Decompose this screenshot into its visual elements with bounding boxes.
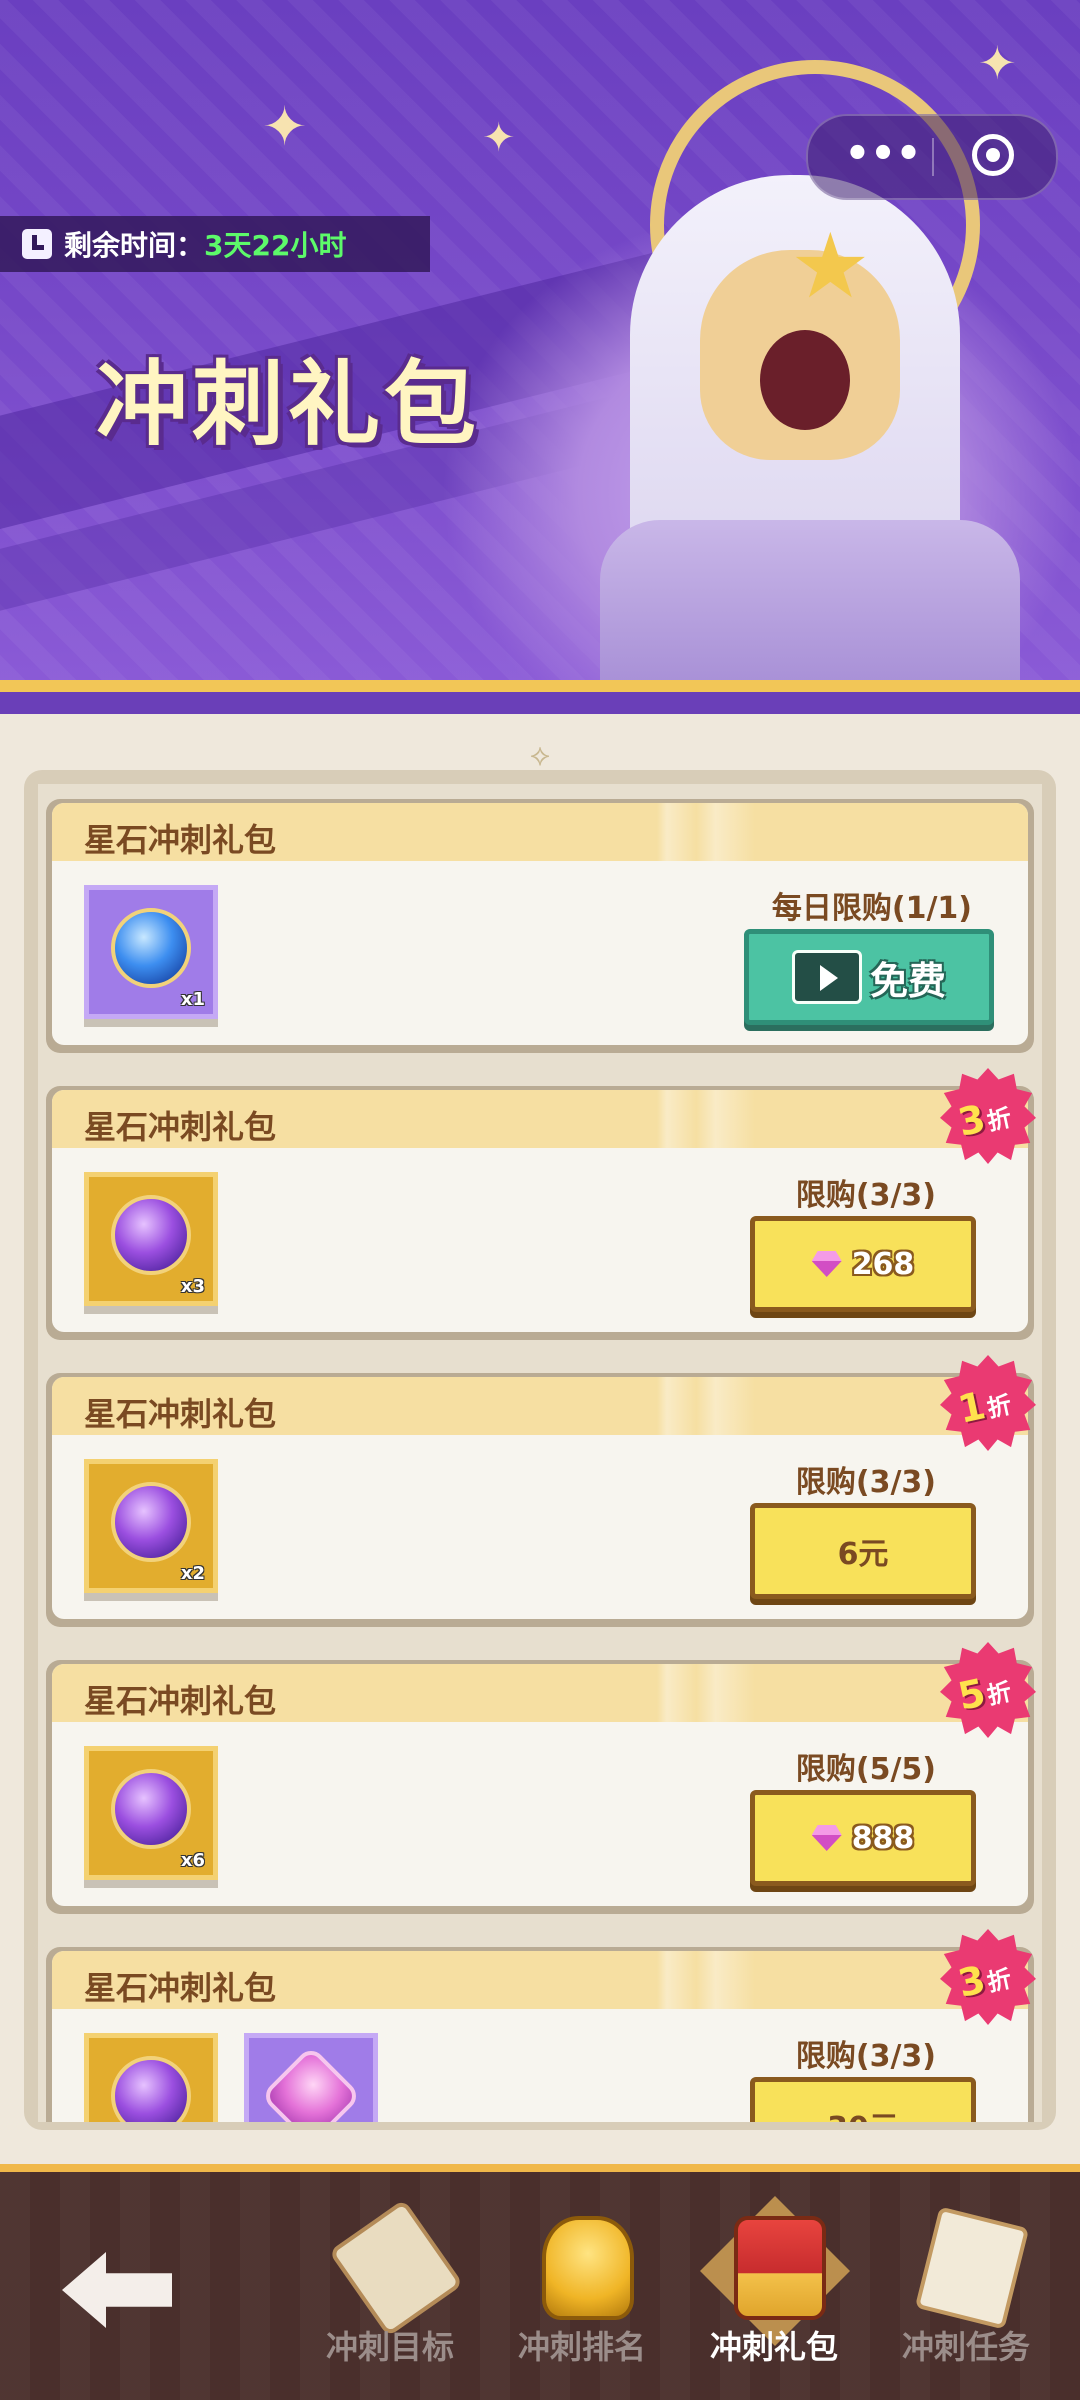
discount-unit: 折	[984, 1390, 1015, 1423]
buy-with-cash-button[interactable]: 6元	[750, 1503, 976, 1599]
character-mouth	[760, 330, 850, 430]
reward-item[interactable]: x1	[84, 885, 218, 1019]
pack-card-body: 星石冲刺礼包 限购(3/3) 30元	[52, 1951, 1028, 2122]
purple-star-potion-icon	[111, 1769, 191, 1849]
discount-badge: 5 折	[940, 1642, 1036, 1738]
pack-card-header: 星石冲刺礼包	[52, 1951, 1028, 2009]
treasure-chest-icon	[734, 2216, 826, 2320]
pink-gem-icon	[260, 2045, 362, 2122]
panel-ornament-icon: ⟡	[530, 738, 550, 773]
back-button[interactable]	[52, 2234, 182, 2344]
blue-star-potion-icon	[111, 908, 191, 988]
pack-card-header: 星石冲刺礼包	[52, 1664, 1028, 1722]
pack-card: 星石冲刺礼包 限购(3/3) 30元 3 折	[46, 1929, 1036, 2122]
pack-card: 星石冲刺礼包 x6 限购(5/5) 888 5 折	[46, 1642, 1036, 1914]
pack-card-body: 星石冲刺礼包 x6 限购(5/5) 888	[52, 1664, 1028, 1906]
pack-card-body: 星石冲刺礼包 x1 每日限购(1/1) 免费	[52, 803, 1028, 1045]
purple-star-potion-icon	[111, 1482, 191, 1562]
button-label: 268	[851, 1246, 915, 1282]
sparkle-icon: ✦	[262, 95, 308, 158]
pack-card-body: 星石冲刺礼包 x2 限购(3/3) 6元	[52, 1377, 1028, 1619]
capsule-divider	[932, 138, 934, 176]
pack-title: 星石冲刺礼包	[84, 1682, 277, 1720]
scroll-icon	[328, 2199, 464, 2337]
purple-star-potion-icon	[111, 1195, 191, 1275]
pack-card-header: 星石冲刺礼包	[52, 1090, 1028, 1148]
discount-badge: 3 折	[940, 1068, 1036, 1164]
clipboard-icon	[914, 2206, 1030, 2330]
tab-label: 冲刺排名	[517, 2328, 646, 2366]
pack-card: 星石冲刺礼包 x2 限购(3/3) 6元 1 折	[46, 1355, 1036, 1627]
reward-item[interactable]: x3	[84, 1172, 218, 1306]
tab-sprint-goal[interactable]: 冲刺目标	[300, 2199, 480, 2366]
item-quantity: x2	[180, 1563, 205, 1584]
close-target-icon[interactable]	[972, 134, 1014, 176]
pack-card-header: 星石冲刺礼包	[52, 1377, 1028, 1435]
tab-sprint-packs[interactable]: 冲刺礼包	[684, 2206, 864, 2366]
purchase-limit: 限购(3/3)	[795, 1465, 936, 1500]
miniprogram-capsule: •••	[806, 114, 1058, 200]
reward-item[interactable]: x6	[84, 1746, 218, 1880]
discount-badge: 3 折	[940, 1929, 1036, 2025]
sparkle-icon: ✦	[978, 36, 1017, 90]
pack-title: 星石冲刺礼包	[84, 1108, 277, 1146]
pack-card: 星石冲刺礼包 x3 限购(3/3) 268 3 折	[46, 1068, 1036, 1340]
pack-title: 星石冲刺礼包	[84, 1395, 277, 1433]
hero-banner: ✦ ✦ ✦ ★ 剩余时间： 3天22小时 冲刺礼包 •••	[0, 0, 1080, 680]
timer-value: 3天22小时	[204, 229, 347, 262]
page-title: 冲刺礼包	[96, 351, 481, 458]
item-quantity: x1	[180, 989, 205, 1010]
pack-card-body: 星石冲刺礼包 x3 限购(3/3) 268	[52, 1090, 1028, 1332]
more-menu-button[interactable]: •••	[838, 134, 928, 178]
discount-unit: 折	[984, 1103, 1015, 1136]
purple-star-potion-icon	[111, 2056, 191, 2122]
nav-top-border	[0, 2164, 1080, 2172]
purchase-limit: 限购(5/5)	[795, 1752, 936, 1787]
button-label: 888	[851, 1820, 915, 1856]
remaining-time-bar: 剩余时间： 3天22小时	[0, 216, 430, 272]
item-quantity: x3	[180, 1276, 205, 1297]
pack-title: 星石冲刺礼包	[84, 821, 277, 859]
buy-with-gems-button[interactable]: 888	[750, 1790, 976, 1886]
discount-badge: 1 折	[940, 1355, 1036, 1451]
button-label: 30元	[827, 2103, 899, 2122]
trophy-icon	[542, 2216, 634, 2320]
button-label: 6元	[837, 1537, 889, 1572]
tab-sprint-tasks[interactable]: 冲刺任务	[876, 2206, 1056, 2366]
discount-unit: 折	[984, 1677, 1015, 1710]
gem-icon	[812, 1825, 842, 1851]
item-quantity: x6	[180, 1850, 205, 1871]
purchase-limit: 限购(3/3)	[795, 2039, 936, 2074]
discount-unit: 折	[984, 1964, 1015, 1997]
purchase-limit: 每日限购(1/1)	[771, 891, 972, 926]
hero-purple-border	[0, 692, 1080, 714]
gem-icon	[812, 1251, 842, 1277]
buy-with-gems-button[interactable]: 268	[750, 1216, 976, 1312]
tab-label: 冲刺礼包	[709, 2328, 838, 2366]
reward-item[interactable]	[244, 2033, 378, 2122]
pack-list[interactable]: 星石冲刺礼包 x1 每日限购(1/1) 免费 星石冲刺礼包 x3 限购(3/3)	[38, 784, 1042, 2122]
pack-card: 星石冲刺礼包 x1 每日限购(1/1) 免费	[46, 799, 1034, 1053]
character-robe	[600, 520, 1020, 680]
clock-icon	[22, 229, 52, 259]
tab-label: 冲刺目标	[325, 2328, 454, 2366]
tab-label: 冲刺任务	[901, 2328, 1030, 2366]
reward-item[interactable]: x2	[84, 1459, 218, 1593]
pack-title: 星石冲刺礼包	[84, 1969, 277, 2007]
star-crown-icon: ★	[790, 214, 871, 319]
button-label: 免费	[869, 958, 946, 1003]
pack-card-header: 星石冲刺礼包	[52, 803, 1028, 861]
reward-item[interactable]	[84, 2033, 218, 2122]
timer-label: 剩余时间：	[64, 229, 205, 262]
purchase-limit: 限购(3/3)	[795, 1178, 936, 1213]
back-arrow-icon	[62, 2252, 172, 2328]
free-claim-button[interactable]: 免费	[744, 929, 994, 1025]
hero-gold-border	[0, 680, 1080, 692]
buy-with-cash-button[interactable]: 30元	[750, 2077, 976, 2122]
tab-sprint-ranking[interactable]: 冲刺排名	[492, 2206, 672, 2366]
sparkle-icon: ✦	[482, 115, 516, 161]
play-video-icon	[791, 950, 862, 1004]
